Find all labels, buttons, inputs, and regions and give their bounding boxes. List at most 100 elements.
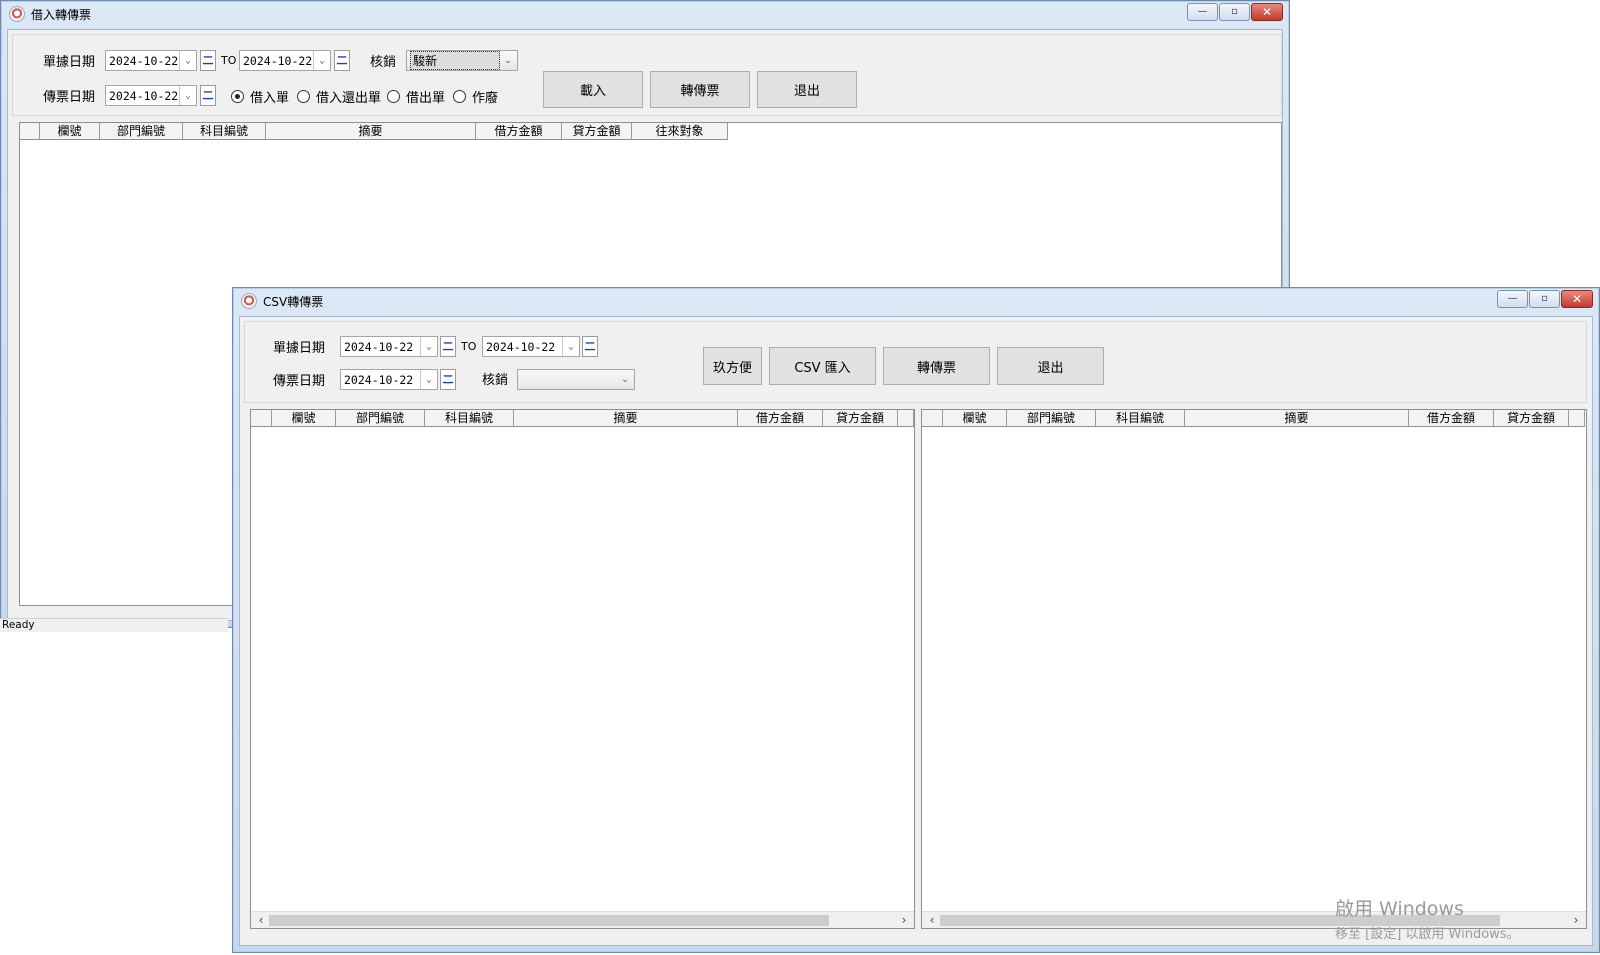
scroll-thumb[interactable] [269, 915, 829, 926]
calendar-icon[interactable]: 二 [200, 85, 216, 106]
grid-col-row-no[interactable]: 欄號 [40, 123, 100, 139]
grid-col-extra[interactable] [898, 410, 914, 426]
calendar-icon[interactable]: 二 [200, 50, 216, 71]
doc-date-to-picker[interactable]: 2024-10-22 ⌄ [482, 336, 580, 357]
chevron-down-icon[interactable]: ⌄ [562, 337, 579, 356]
window-controls: — ▫ ✕ [1497, 290, 1593, 308]
voucher-date-value: 2024-10-22 [344, 372, 414, 387]
doc-date-from-value: 2024-10-22 [344, 339, 414, 354]
grid-col-credit[interactable]: 貸方金額 [562, 123, 632, 139]
doc-date-label: 單據日期 [43, 55, 96, 70]
writeoff-select[interactable]: ⌄ [517, 369, 635, 390]
doc-date-to-picker[interactable]: 2024-10-22 ⌄ [239, 50, 331, 71]
grid-col-account[interactable]: 科目編號 [183, 123, 266, 139]
grid-col-debit[interactable]: 借方金額 [738, 410, 823, 426]
csv-import-button[interactable]: CSV 匯入 [769, 347, 876, 385]
radio-dot[interactable] [297, 90, 310, 103]
writeoff-select[interactable]: 駿新 ⌄ [406, 50, 518, 71]
load-button[interactable]: 載入 [543, 71, 643, 108]
grid-col-dept[interactable]: 部門編號 [336, 410, 425, 426]
voucher-date-value: 2024-10-22 [109, 88, 179, 103]
voucher-date-label: 傳票日期 [43, 90, 96, 105]
radio-label: 借入還出單 [316, 91, 382, 106]
radio-label: 借入單 [250, 91, 290, 106]
voucher-date-label: 傳票日期 [273, 374, 326, 389]
to-label: TO [461, 340, 477, 353]
grid-col-row-no[interactable]: 欄號 [943, 410, 1007, 426]
calendar-icon[interactable]: 二 [440, 336, 456, 357]
close-icon[interactable]: ✕ [1561, 290, 1593, 308]
radio-lend-out[interactable]: 借出單 [387, 87, 445, 106]
titlebar[interactable]: CSV轉傳票 — ▫ ✕ [233, 288, 1599, 314]
exit-button[interactable]: 退出 [997, 347, 1104, 385]
maximize-icon[interactable]: ▫ [1529, 290, 1560, 308]
grid-col-extra[interactable] [1569, 410, 1585, 426]
grid-col-counterparty[interactable]: 往來對象 [632, 123, 728, 139]
doc-date-label: 單據日期 [273, 341, 326, 356]
radio-void[interactable]: 作廢 [453, 87, 498, 106]
grid-col-credit[interactable]: 貸方金額 [1494, 410, 1569, 426]
radio-dot[interactable] [453, 90, 466, 103]
chevron-down-icon[interactable]: ⌄ [501, 51, 515, 70]
voucher-date-picker[interactable]: 2024-10-22 ⌄ [105, 85, 197, 106]
window-title: CSV轉傳票 [263, 294, 324, 309]
watermark-line2: 移至 [設定] 以啟用 Windows。 [1335, 927, 1520, 942]
convenient-button[interactable]: 玖方便 [703, 347, 762, 385]
grid-col-credit[interactable]: 貸方金額 [823, 410, 898, 426]
target-grid[interactable]: 欄號 部門編號 科目編號 摘要 借方金額 貸方金額 ‹ › [921, 409, 1587, 929]
doc-date-from-picker[interactable]: 2024-10-22 ⌄ [105, 50, 197, 71]
horizontal-scrollbar[interactable]: ‹ › [251, 911, 914, 928]
grid-col-account[interactable]: 科目編號 [1096, 410, 1185, 426]
grid-col-selector[interactable] [20, 123, 40, 139]
chevron-down-icon[interactable]: ⌄ [313, 51, 330, 70]
grid-col-debit[interactable]: 借方金額 [1409, 410, 1494, 426]
chevron-down-icon[interactable]: ⌄ [179, 51, 196, 70]
calendar-icon[interactable]: 二 [334, 50, 350, 71]
chevron-down-icon[interactable]: ⌄ [420, 370, 437, 389]
voucher-date-picker[interactable]: 2024-10-22 ⌄ [340, 369, 438, 390]
filter-panel: 單據日期 2024-10-22 ⌄ 二 TO 2024-10-22 ⌄ 二 傳票… [244, 321, 1587, 403]
titlebar[interactable]: 借入轉傳票 — ▫ ✕ [1, 1, 1289, 27]
chevron-down-icon[interactable]: ⌄ [420, 337, 437, 356]
grid-col-summary[interactable]: 摘要 [1185, 410, 1409, 426]
transfer-voucher-button[interactable]: 轉傳票 [650, 71, 750, 108]
to-label: TO [221, 54, 237, 67]
close-icon[interactable]: ✕ [1251, 3, 1283, 21]
grid-col-row-no[interactable]: 欄號 [272, 410, 336, 426]
minimize-icon[interactable]: — [1497, 290, 1528, 308]
minimize-icon[interactable]: — [1187, 3, 1218, 21]
grid-col-selector[interactable] [251, 410, 272, 426]
exit-button[interactable]: 退出 [757, 71, 857, 108]
source-grid[interactable]: 欄號 部門編號 科目編號 摘要 借方金額 貸方金額 ‹ › [250, 409, 915, 929]
grid-col-dept[interactable]: 部門編號 [100, 123, 183, 139]
watermark-line1: 啟用 Windows [1335, 898, 1464, 920]
radio-dot[interactable] [387, 90, 400, 103]
grid-col-summary[interactable]: 摘要 [514, 410, 738, 426]
scroll-right-icon[interactable]: › [896, 912, 912, 928]
radio-label: 作廢 [472, 91, 499, 106]
chevron-down-icon[interactable]: ⌄ [618, 370, 632, 389]
writeoff-label: 核銷 [370, 55, 397, 70]
window-title: 借入轉傳票 [31, 7, 92, 22]
radio-borrow-return[interactable]: 借入還出單 [297, 87, 381, 106]
grid-col-dept[interactable]: 部門編號 [1007, 410, 1096, 426]
transfer-voucher-button[interactable]: 轉傳票 [883, 347, 990, 385]
scroll-left-icon[interactable]: ‹ [253, 912, 269, 928]
window-csv-voucher: CSV轉傳票 — ▫ ✕ 單據日期 2024-10-22 ⌄ 二 TO 2024… [232, 287, 1600, 953]
maximize-icon[interactable]: ▫ [1219, 3, 1250, 21]
scroll-left-icon[interactable]: ‹ [924, 912, 940, 928]
radio-borrow-in[interactable]: 借入單 [231, 87, 289, 106]
doc-date-from-picker[interactable]: 2024-10-22 ⌄ [340, 336, 438, 357]
client-area: 單據日期 2024-10-22 ⌄ 二 TO 2024-10-22 ⌄ 二 傳票… [239, 316, 1593, 946]
radio-dot[interactable] [231, 90, 244, 103]
grid-header: 欄號 部門編號 科目編號 摘要 借方金額 貸方金額 [922, 410, 1585, 427]
grid-col-summary[interactable]: 摘要 [266, 123, 476, 139]
grid-col-debit[interactable]: 借方金額 [476, 123, 562, 139]
calendar-icon[interactable]: 二 [582, 336, 598, 357]
grid-col-selector[interactable] [922, 410, 943, 426]
scroll-right-icon[interactable]: › [1568, 912, 1584, 928]
grid-col-account[interactable]: 科目編號 [425, 410, 514, 426]
chevron-down-icon[interactable]: ⌄ [179, 86, 196, 105]
doc-date-to-value: 2024-10-22 [243, 53, 313, 68]
calendar-icon[interactable]: 二 [440, 369, 456, 390]
